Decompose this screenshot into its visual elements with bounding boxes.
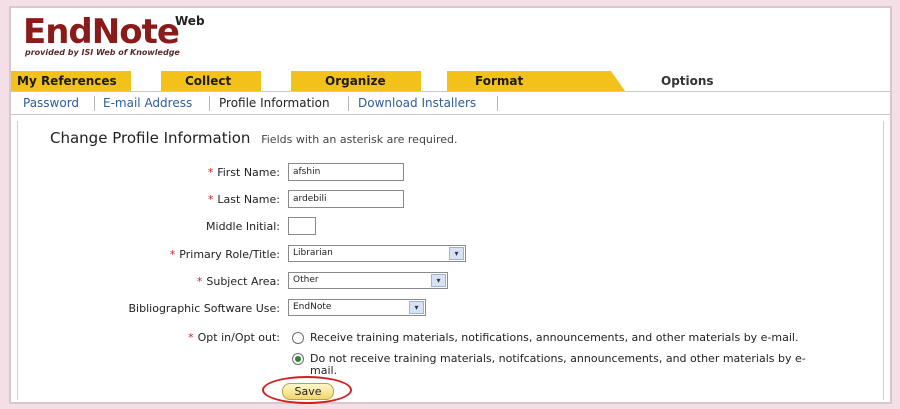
endnote-logo: EndNote Web provided by ISI Web of Knowl… — [23, 12, 205, 58]
logo-subtitle: provided by ISI Web of Knowledge — [25, 48, 180, 57]
tab-label: Format — [475, 74, 524, 88]
subtab-email-address[interactable]: E-mail Address — [103, 96, 192, 110]
first-name-label: * First Name: — [207, 166, 280, 179]
chevron-down-icon[interactable]: ▾ — [431, 274, 446, 287]
logo-web-label: Web — [175, 14, 205, 28]
save-button[interactable]: Save — [282, 383, 334, 400]
software-row: Bibliographic Software Use: EndNote ▾ — [18, 299, 878, 321]
last-name-label: * Last Name: — [207, 193, 280, 206]
role-selected-value: Librarian — [293, 248, 333, 258]
tab-options[interactable]: Options — [637, 71, 787, 91]
chevron-down-icon[interactable]: ▾ — [449, 247, 464, 260]
opt-out-text-continued: mail. — [310, 364, 338, 377]
sub-tabs: Password E-mail Address Profile Informat… — [11, 91, 890, 115]
opt-out-text: Do not receive training materials, notif… — [310, 352, 806, 365]
profile-form: Change Profile Information Fields with a… — [17, 121, 884, 404]
tab-format[interactable]: Format — [447, 71, 625, 91]
software-label: Bibliographic Software Use: — [128, 302, 280, 315]
first-name-field[interactable]: afshin — [288, 163, 404, 181]
subject-row: * Subject Area: Other ▾ — [18, 272, 878, 294]
subject-selected-value: Other — [293, 275, 319, 285]
role-select[interactable]: Librarian ▾ — [288, 245, 466, 262]
subtab-password[interactable]: Password — [23, 96, 79, 110]
opt-label: * Opt in/Opt out: — [188, 331, 280, 344]
tab-organize[interactable]: Organize — [291, 71, 421, 91]
subtab-divider — [94, 96, 95, 111]
last-name-row: * Last Name: ardebili — [18, 190, 878, 212]
tab-edge — [611, 71, 625, 91]
opt-out-radio[interactable] — [292, 353, 304, 365]
required-note: Fields with an asterisk are required. — [261, 133, 458, 146]
page-title: Change Profile Information Fields with a… — [50, 129, 457, 147]
tab-label: My References — [17, 74, 117, 88]
save-highlight: Save — [262, 376, 352, 404]
tab-my-references[interactable]: My References — [11, 71, 131, 91]
tab-label: Collect — [185, 74, 232, 88]
subtab-divider — [348, 96, 349, 111]
subtab-divider — [209, 96, 210, 111]
tab-collect[interactable]: Collect — [161, 71, 261, 91]
subtab-profile-information[interactable]: Profile Information — [219, 96, 330, 110]
opt-in-radio[interactable] — [292, 332, 304, 344]
middle-initial-row: Middle Initial: — [18, 217, 878, 239]
logo-text: EndNote — [23, 12, 180, 52]
last-name-field[interactable]: ardebili — [288, 190, 404, 208]
subject-label: * Subject Area: — [196, 275, 280, 288]
tab-label: Options — [661, 74, 714, 88]
software-selected-value: EndNote — [293, 302, 332, 312]
middle-initial-field[interactable] — [288, 217, 316, 235]
main-tabs: My References Collect Organize Format Op… — [11, 71, 890, 91]
middle-initial-label: Middle Initial: — [206, 220, 280, 233]
tab-label: Organize — [325, 74, 386, 88]
subject-select[interactable]: Other ▾ — [288, 272, 448, 289]
subtab-divider — [497, 96, 498, 111]
subtab-download-installers[interactable]: Download Installers — [358, 96, 476, 110]
role-label: * Primary Role/Title: — [169, 248, 280, 261]
app-frame: EndNote Web provided by ISI Web of Knowl… — [9, 6, 892, 404]
role-row: * Primary Role/Title: Librarian ▾ — [18, 245, 878, 267]
chevron-down-icon[interactable]: ▾ — [409, 301, 424, 314]
title-text: Change Profile Information — [50, 129, 251, 147]
first-name-row: * First Name: afshin — [18, 163, 878, 185]
opt-in-text: Receive training materials, notification… — [310, 331, 799, 344]
software-select[interactable]: EndNote ▾ — [288, 299, 426, 316]
